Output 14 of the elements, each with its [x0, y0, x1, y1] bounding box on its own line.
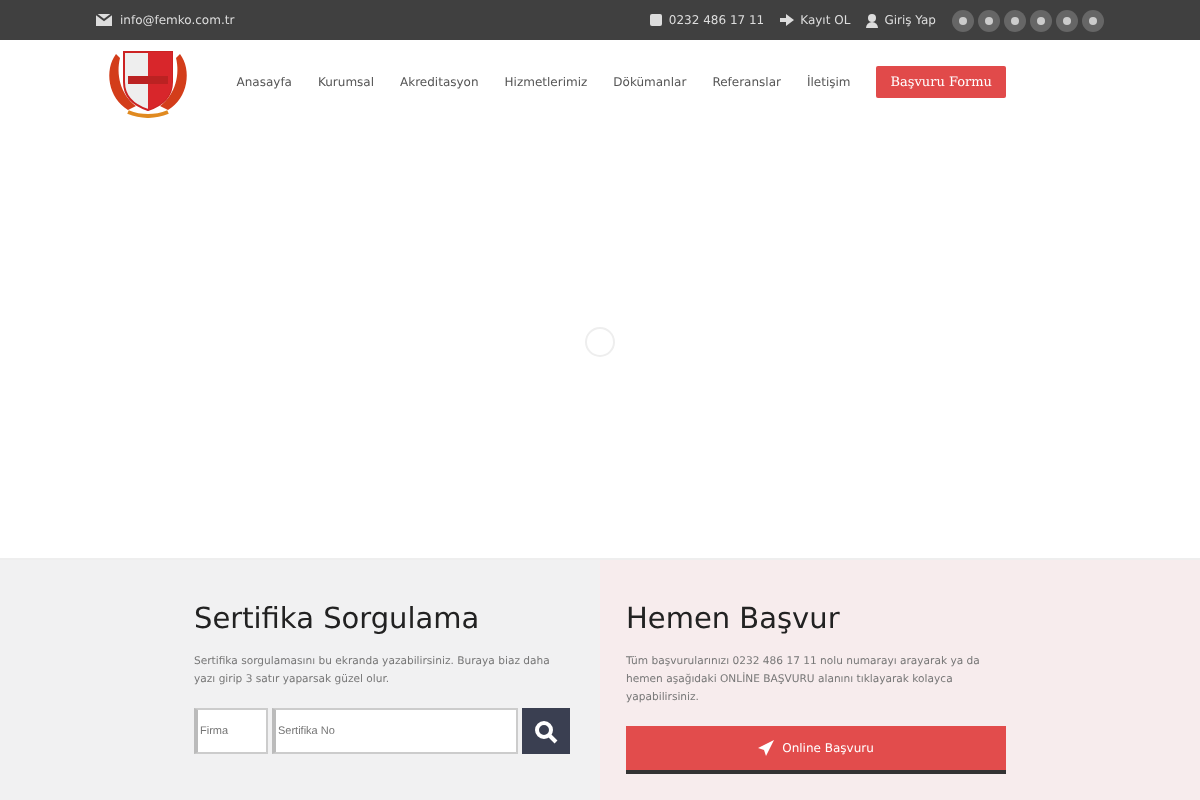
social-icon[interactable]: [1082, 9, 1104, 31]
user-icon: [866, 13, 879, 27]
social-icon[interactable]: [1030, 9, 1052, 31]
sign-in-icon: [780, 14, 795, 26]
social-icon[interactable]: [1004, 9, 1026, 31]
social-icon[interactable]: [1056, 9, 1078, 31]
section-title: Hemen Başvur: [626, 604, 842, 636]
section-title: Sertifika Sorgulama: [194, 604, 482, 636]
search-icon: [534, 719, 558, 743]
social-icon[interactable]: [952, 9, 974, 31]
search-button[interactable]: [522, 708, 570, 754]
social-icon[interactable]: [978, 9, 1000, 31]
mail-icon: [96, 14, 112, 26]
paper-plane-icon: [758, 740, 775, 756]
